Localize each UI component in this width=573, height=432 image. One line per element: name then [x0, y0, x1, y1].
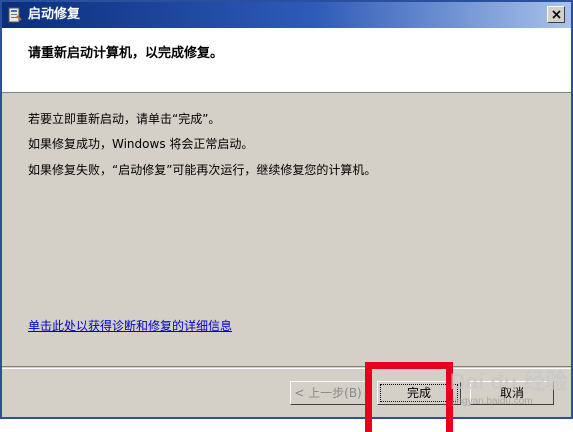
close-icon	[552, 10, 561, 19]
message-restart: 若要立即重新启动，请单击“完成”。	[28, 112, 221, 126]
content-area: 若要立即重新启动，请单击“完成”。 如果修复成功，Windows 将会正常启动。…	[2, 93, 571, 367]
cancel-button[interactable]: 取消	[470, 381, 554, 405]
title-bar[interactable]: 启动修复	[2, 2, 571, 28]
message-success: 如果修复成功，Windows 将会正常启动。	[28, 137, 254, 151]
footer-divider	[2, 368, 571, 369]
startup-repair-window: 启动修复 请重新启动计算机，以完成修复。 若要立即重新启动，请单击“完成”。 如…	[0, 0, 573, 419]
message-failure: 如果修复失败，“启动修复”可能再次运行，继续修复您的计算机。	[28, 163, 377, 177]
close-button[interactable]	[547, 6, 565, 23]
window-title: 启动修复	[28, 7, 81, 22]
startup-repair-icon	[8, 7, 22, 23]
instruction-heading: 请重新启动计算机，以完成修复。	[28, 46, 224, 61]
header-panel: 请重新启动计算机，以完成修复。	[2, 28, 571, 93]
back-button[interactable]: < 上一步(B)	[290, 381, 366, 405]
details-link[interactable]: 单击此处以获得诊断和修复的详细信息	[28, 317, 232, 334]
button-bar: < 上一步(B) 完成 取消	[2, 366, 571, 417]
finish-button[interactable]: 完成	[377, 381, 461, 405]
